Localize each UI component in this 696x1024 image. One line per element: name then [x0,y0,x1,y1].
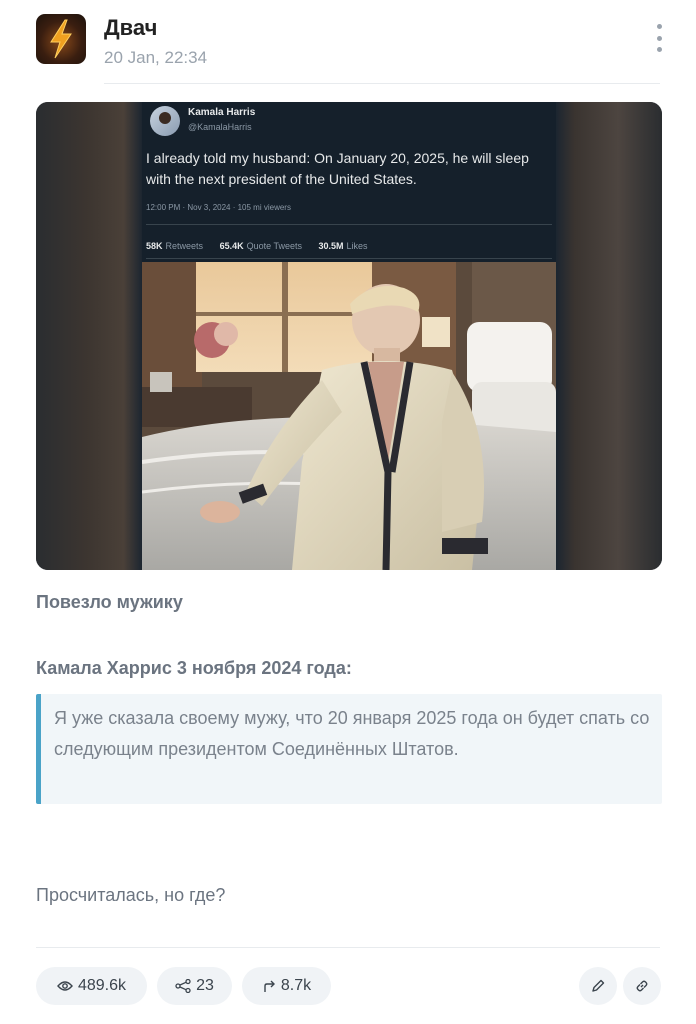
link-icon [636,980,648,992]
actions-divider [36,947,660,948]
blockquote-text: Я уже сказала своему мужу, что 20 января… [54,708,650,759]
lightning-bolt-logo [50,19,72,59]
eye-icon [57,981,73,991]
header-divider [104,83,660,84]
tweet-avatar [150,106,180,136]
tweet-stats: 58K Retweets 65.4K Quote Tweets 30.5M Likes [146,241,382,251]
post-header: Двач 20 Jan, 22:34 [36,14,666,84]
tweet-stat-label: Quote Tweets [246,241,302,251]
share-icon [175,979,191,993]
tweet-stat-value: 30.5M [318,241,344,251]
pencil-icon [592,979,605,992]
shares-count: 23 [196,977,214,994]
tweet-author-handle: @KamalaHarris [188,122,252,132]
tweet-screenshot: Kamala Harris @KamalaHarris I already to… [142,102,556,262]
quote-title: Камала Харрис 3 ноября 2024 года: [36,658,352,678]
views-counter[interactable]: 489.6k [36,967,147,1005]
blockquote: Я уже сказала своему мужу, что 20 января… [36,694,662,804]
post-caption: Повезло мужику [36,592,183,612]
channel-name[interactable]: Двач [104,15,157,41]
bedroom-photo [142,262,556,570]
tweet-stat-label: Retweets [165,241,204,251]
tweet-divider [146,258,552,259]
post-image[interactable]: Kamala Harris @KamalaHarris I already to… [36,102,662,570]
copy-link-button[interactable] [623,967,661,1005]
forward-icon [264,980,275,992]
tweet-stat-label: Likes [346,241,368,251]
views-count: 489.6k [77,977,127,994]
edit-button[interactable] [579,967,617,1005]
forwards-count: 8.7k [280,977,312,994]
tweet-author-name: Kamala Harris [188,107,256,118]
forward-button[interactable]: 8.7k [242,967,331,1005]
post-date: 20 Jan, 22:34 [104,48,208,67]
tweet-stat-value: 58K [146,241,163,251]
post-footer-text: Просчиталась, но где? [36,885,226,905]
share-button[interactable]: 23 [157,967,232,1005]
tweet-meta: 12:00 PM · Nov 3, 2024 · 105 mi viewers [146,203,291,212]
tweet-text: I already told my husband: On January 20… [146,150,529,187]
more-vertical-icon[interactable] [652,24,666,52]
channel-avatar[interactable] [36,14,86,64]
tweet-stat-value: 65.4K [219,241,244,251]
tweet-divider [146,224,552,225]
